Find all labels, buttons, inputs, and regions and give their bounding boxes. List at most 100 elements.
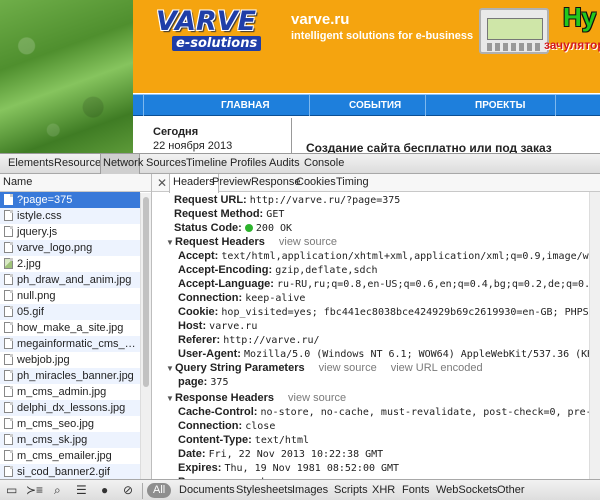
document-icon xyxy=(4,338,13,349)
tab-elements[interactable]: Elements xyxy=(8,154,54,174)
list-view-icon[interactable]: ☰ xyxy=(76,483,87,497)
request-row[interactable]: ph_miracles_banner.jpg xyxy=(0,368,140,384)
filter-fonts[interactable]: Fonts xyxy=(402,484,430,496)
nav-item-events[interactable]: СОБЫТИЯ xyxy=(349,100,401,111)
dock-icon[interactable]: ▭ xyxy=(6,483,17,497)
tab-cookies[interactable]: Cookies xyxy=(296,174,336,192)
filter-images[interactable]: Images xyxy=(292,484,328,496)
header-row: Date: Fri, 22 Nov 2013 10:22:38 GMT xyxy=(178,448,383,460)
filter-documents[interactable]: Documents xyxy=(179,484,235,496)
filter-stylesheets[interactable]: Stylesheets xyxy=(236,484,293,496)
document-icon xyxy=(4,370,13,381)
tab-console[interactable]: Console xyxy=(304,154,344,174)
request-method-row: Request Method: GET xyxy=(174,208,284,220)
record-icon[interactable]: ● xyxy=(101,483,108,497)
request-list: Name ?page=375 istyle.css jquery.js varve_l… xyxy=(0,174,152,479)
header-value: keep-alive xyxy=(245,293,306,304)
request-list-scrollbar[interactable] xyxy=(140,193,151,479)
tab-timeline[interactable]: Timeline xyxy=(186,154,227,174)
request-row[interactable]: webjob.jpg xyxy=(0,352,140,368)
filter-websockets[interactable]: WebSockets xyxy=(436,484,498,496)
view-source-link[interactable]: view source xyxy=(288,392,346,404)
filter-all[interactable]: All xyxy=(147,483,172,498)
tab-timing[interactable]: Timing xyxy=(336,174,369,192)
request-row[interactable]: m_cms_admin.jpg xyxy=(0,384,140,400)
view-url-encoded-link[interactable]: view URL encoded xyxy=(391,362,483,374)
filter-scripts[interactable]: Scripts xyxy=(334,484,368,496)
ad-device-image[interactable] xyxy=(479,8,549,54)
header-value: text/html xyxy=(254,435,309,446)
search-icon[interactable]: ⌕ xyxy=(54,483,61,498)
devtools-panel: Elements Resources Network Sources Timel… xyxy=(0,153,600,500)
detail-scrollbar[interactable] xyxy=(589,192,600,479)
header-value: 375 xyxy=(210,377,229,388)
site-name: varve.ru xyxy=(291,11,350,28)
tab-profiles[interactable]: Profiles xyxy=(230,154,267,174)
triangle-down-icon[interactable]: ▼ xyxy=(166,394,175,403)
tab-resources[interactable]: Resources xyxy=(54,154,107,174)
query-string-section[interactable]: ▼Query String Parameters view source view … xyxy=(166,362,483,374)
header-value: close xyxy=(245,421,276,432)
site-headline[interactable]: Создание сайта бесплатно или под заказ xyxy=(306,141,552,153)
request-row[interactable]: 05.gif xyxy=(0,304,140,320)
document-icon xyxy=(4,418,13,429)
header-key: Status Code: xyxy=(174,222,242,234)
ad-banner-subtitle[interactable]: зачулятор xyxy=(544,38,600,52)
header-key: Request URL: xyxy=(174,194,247,206)
scrollbar-thumb[interactable] xyxy=(143,197,149,387)
header-value: 200 OK xyxy=(255,223,293,234)
request-row[interactable]: si_cod_banner2.gif xyxy=(0,464,140,479)
document-icon xyxy=(4,466,13,477)
grass-background-image xyxy=(0,0,133,153)
ad-banner-title[interactable]: Ну xyxy=(563,2,596,33)
triangle-down-icon[interactable]: ▼ xyxy=(166,238,175,247)
tab-sources[interactable]: Sources xyxy=(146,154,186,174)
filter-xhr[interactable]: XHR xyxy=(372,484,395,496)
tab-network[interactable]: Network xyxy=(100,154,143,174)
request-row[interactable]: jquery.js xyxy=(0,224,140,240)
header-key: Connection: xyxy=(178,292,243,304)
close-icon[interactable]: ✕ xyxy=(157,176,167,190)
header-value: http://varve.ru/ xyxy=(223,335,320,346)
document-icon xyxy=(4,434,13,445)
request-headers-section[interactable]: ▼Request Headers view source xyxy=(166,236,337,248)
request-row[interactable]: varve_logo.png xyxy=(0,240,140,256)
request-row[interactable]: m_cms_emailer.jpg xyxy=(0,448,140,464)
console-drawer-icon[interactable]: ≻≡ xyxy=(26,483,43,497)
request-row[interactable]: m_cms_seo.jpg xyxy=(0,416,140,432)
view-source-link[interactable]: view source xyxy=(279,236,337,248)
response-headers-section[interactable]: ▼Response Headers view source xyxy=(166,392,346,404)
tab-response[interactable]: Response xyxy=(251,174,301,192)
header-row: Accept: text/html,application/xhtml+xml,… xyxy=(178,250,600,262)
section-title: Query String Parameters xyxy=(175,362,305,374)
header-key: Request Method: xyxy=(174,208,264,220)
request-row[interactable]: ?page=375 xyxy=(0,192,140,208)
view-source-link[interactable]: view source xyxy=(319,362,377,374)
tab-audits[interactable]: Audits xyxy=(269,154,300,174)
request-row[interactable]: 2.jpg xyxy=(0,256,140,272)
request-row[interactable]: istyle.css xyxy=(0,208,140,224)
varve-logo[interactable]: VARVE e-solutions xyxy=(156,6,274,52)
header-key: Expires: xyxy=(178,462,222,474)
nav-item-home[interactable]: ГЛАВНАЯ xyxy=(221,100,270,111)
nav-item-projects[interactable]: ПРОЕКТЫ xyxy=(475,100,525,111)
request-name: jquery.js xyxy=(17,226,58,238)
request-row[interactable]: null.png xyxy=(0,288,140,304)
column-header-name[interactable]: Name xyxy=(0,174,151,192)
header-key: Date: xyxy=(178,448,206,460)
clear-icon[interactable]: ⊘ xyxy=(123,483,133,497)
header-row: Connection: close xyxy=(178,420,275,432)
filter-other[interactable]: Other xyxy=(497,484,525,496)
request-row[interactable]: delphi_dx_lessons.jpg xyxy=(0,400,140,416)
request-row[interactable]: megainformatic_cms_express... xyxy=(0,336,140,352)
request-name: 2.jpg xyxy=(17,258,41,270)
header-row: Cookie: hop_visited=yes; fbc441ec8038bce… xyxy=(178,306,600,318)
tab-preview[interactable]: Preview xyxy=(212,174,251,192)
request-row[interactable]: m_cms_sk.jpg xyxy=(0,432,140,448)
request-row[interactable]: ph_draw_and_anim.jpg xyxy=(0,272,140,288)
column-divider xyxy=(291,118,292,153)
ad-device-keys xyxy=(487,43,543,51)
header-value: Mozilla/5.0 (Windows NT 6.1; WOW64) Appl… xyxy=(244,349,600,360)
request-row[interactable]: how_make_a_site.jpg xyxy=(0,320,140,336)
triangle-down-icon[interactable]: ▼ xyxy=(166,364,175,373)
